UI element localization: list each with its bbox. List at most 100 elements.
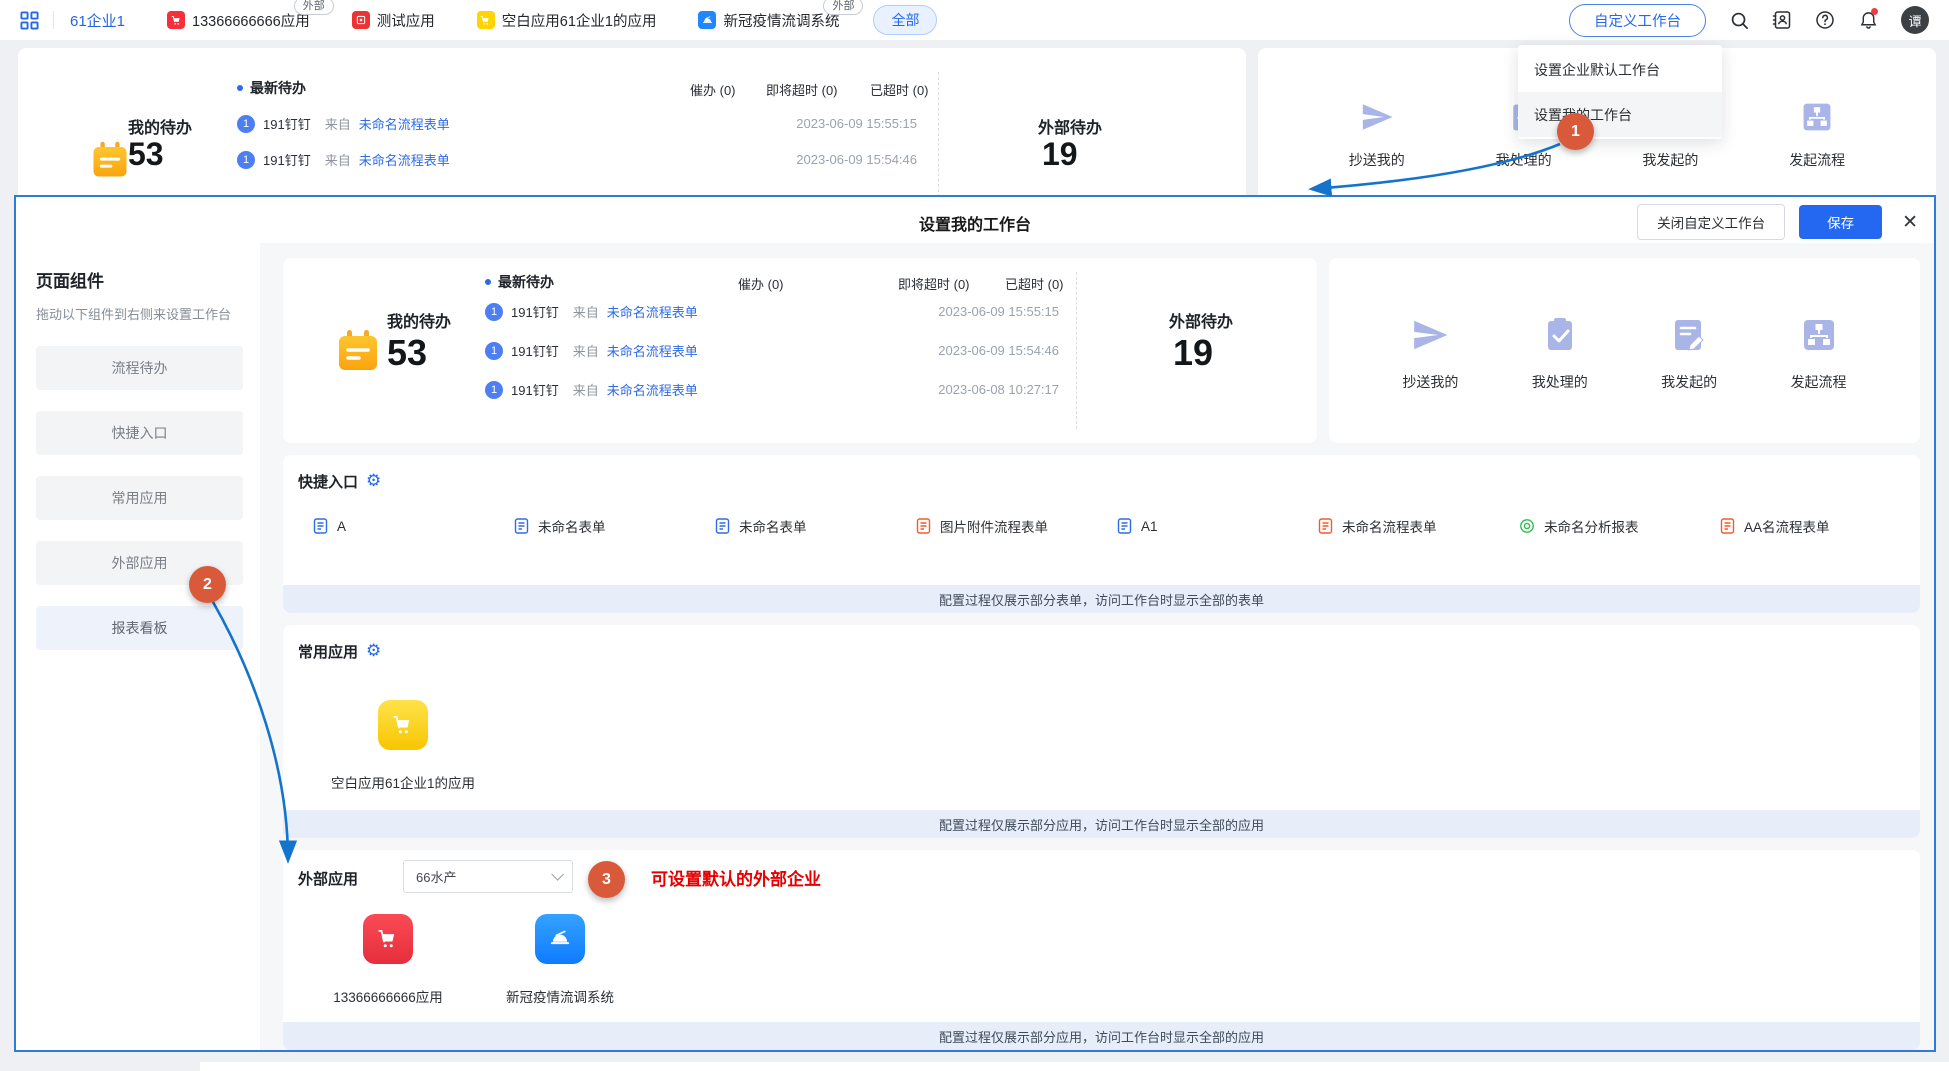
app-tile[interactable]: 13366666666应用 xyxy=(323,914,453,1006)
common-apps-list: 空白应用61企业1的应用 xyxy=(283,700,1920,792)
save-button[interactable]: 保存 xyxy=(1799,205,1882,239)
item-name: 191钉钉 xyxy=(263,114,311,133)
latest-todo-header: 最新待办 xyxy=(485,272,554,292)
todo-list-item[interactable]: 1 191钉钉 来自未命名流程表单 xyxy=(237,150,450,169)
urge-counter[interactable]: 催办 (0) xyxy=(690,80,736,99)
close-icon[interactable]: ✕ xyxy=(1902,213,1918,232)
quick-entry-item[interactable]: A1 xyxy=(1117,516,1318,536)
form-icon xyxy=(1117,518,1132,534)
item-name: 191钉钉 xyxy=(511,380,559,399)
start-process-shortcut[interactable]: 发起流程 xyxy=(1791,316,1847,392)
item-name: 191钉钉 xyxy=(511,302,559,321)
timed-out-counter[interactable]: 已超时 (0) xyxy=(870,80,929,99)
shortcut-label: 抄送我的 xyxy=(1349,150,1405,170)
quick-entry-item[interactable]: A xyxy=(313,516,514,536)
start-process-shortcut[interactable]: 发起流程 xyxy=(1789,100,1845,208)
quick-entry-item[interactable]: 未命名表单 xyxy=(715,516,916,536)
item-timestamp: 2023-06-09 15:54:46 xyxy=(767,152,917,167)
shortcut-label: 我处理的 xyxy=(1496,150,1552,170)
external-org-select[interactable]: 66水产 xyxy=(403,860,573,893)
quick-entry-item[interactable]: 未命名表单 xyxy=(514,516,715,536)
external-badge: 外部 xyxy=(823,0,863,15)
todo-calendar-icon xyxy=(335,328,381,379)
background-todo-card: 我的待办 53 最新待办 催办 (0) 即将超时 (0) 已超时 (0) 1 1… xyxy=(18,48,1246,208)
tab-app-covid[interactable]: 新冠疫情流调系统 外部 xyxy=(698,10,839,31)
todo-list-item[interactable]: 1 191钉钉 来自未命名流程表单 xyxy=(485,302,698,321)
section-title: 外部应用 xyxy=(298,868,358,889)
item-form-link[interactable]: 未命名流程表单 xyxy=(607,380,698,399)
common-apps-notice: 配置过程仅展示部分应用，访问工作台时显示全部的应用 xyxy=(283,810,1920,838)
todo-list-item[interactable]: 1 191钉钉 来自未命名流程表单 xyxy=(485,380,698,399)
handled-by-me-shortcut[interactable]: 我处理的 xyxy=(1532,316,1588,392)
app-tile[interactable]: 新冠疫情流调系统 xyxy=(495,914,625,1006)
tab-company[interactable]: 61企业1 xyxy=(70,10,125,31)
dashed-divider xyxy=(1076,272,1077,429)
preview-todo-card: 我的待办 53 最新待办 催办 (0) 即将超时 (0) 已超时 (0) 1 1… xyxy=(283,258,1317,443)
item-form-link[interactable]: 未命名流程表单 xyxy=(607,341,698,360)
notification-dot xyxy=(1871,8,1878,15)
my-todo-count: 53 xyxy=(387,332,427,374)
gear-icon[interactable]: ⚙ xyxy=(366,643,381,660)
dish-app-icon xyxy=(535,914,585,964)
item-form-link[interactable]: 未命名流程表单 xyxy=(607,302,698,321)
bullet-dot xyxy=(237,85,243,91)
close-custom-workbench-button[interactable]: 关闭自定义工作台 xyxy=(1637,204,1785,240)
customize-workbench-button[interactable]: 自定义工作台 xyxy=(1569,4,1706,37)
step-badge-3: 3 xyxy=(588,861,625,898)
quick-entry-item[interactable]: 未命名流程表单 xyxy=(1318,516,1519,536)
quick-entry-label: 未命名表单 xyxy=(739,516,807,536)
quick-entry-label: A xyxy=(337,519,346,534)
step-badge-2: 2 xyxy=(189,566,226,603)
contacts-icon[interactable] xyxy=(1772,10,1792,30)
my-todo-count: 53 xyxy=(128,136,164,173)
todo-list-item[interactable]: 1 191钉钉 来自未命名流程表单 xyxy=(485,341,698,360)
sidebar-title: 页面组件 xyxy=(36,267,243,292)
item-form-link[interactable]: 未命名流程表单 xyxy=(359,114,450,133)
tab-app-test[interactable]: 测试应用 xyxy=(352,10,435,31)
shortcut-label: 发起流程 xyxy=(1791,372,1847,392)
workbench-grid-icon[interactable] xyxy=(20,11,39,30)
search-icon[interactable] xyxy=(1729,10,1749,30)
quick-entry-label: AA名流程表单 xyxy=(1744,516,1830,536)
topbar: 61企业1 13366666666应用 外部 测试应用 空白应用61企业1的应 xyxy=(0,0,1949,40)
menu-item-set-enterprise-default[interactable]: 设置企业默认工作台 xyxy=(1518,47,1722,92)
gear-icon[interactable]: ⚙ xyxy=(366,473,381,490)
menu-item-set-my-workbench[interactable]: 设置我的工作台 xyxy=(1518,92,1722,137)
notification-bell-icon[interactable] xyxy=(1858,10,1878,30)
timed-out-counter[interactable]: 已超时 (0) xyxy=(1005,274,1064,293)
workbench-dropdown-menu: 设置企业默认工作台 设置我的工作台 xyxy=(1518,45,1722,139)
quick-entry-label: 未命名流程表单 xyxy=(1342,516,1437,536)
cc-to-me-shortcut[interactable]: 抄送我的 xyxy=(1349,100,1405,208)
shortcut-label: 我发起的 xyxy=(1642,150,1698,170)
quick-entry-item[interactable]: AA名流程表单 xyxy=(1720,516,1921,536)
quick-entry-item[interactable]: 未命名分析报表 xyxy=(1519,516,1720,536)
urge-counter[interactable]: 催办 (0) xyxy=(738,274,784,293)
component-report-board[interactable]: 报表看板 xyxy=(36,606,243,650)
todo-calendar-icon xyxy=(90,140,130,185)
app-tile[interactable]: 空白应用61企业1的应用 xyxy=(323,700,483,792)
todo-list-item[interactable]: 1 191钉钉 来自未命名流程表单 xyxy=(237,114,450,133)
all-apps-button[interactable]: 全部 xyxy=(873,5,937,35)
item-form-link[interactable]: 未命名流程表单 xyxy=(359,150,450,169)
app-label: 空白应用61企业1的应用 xyxy=(331,772,475,792)
component-process-todo[interactable]: 流程待办 xyxy=(36,346,243,390)
tab-app-blank[interactable]: 空白应用61企业1的应用 xyxy=(477,10,657,31)
analysis-report-icon xyxy=(1519,518,1535,534)
about-to-timeout-counter[interactable]: 即将超时 (0) xyxy=(898,274,970,293)
about-to-timeout-counter[interactable]: 即将超时 (0) xyxy=(766,80,838,99)
item-count-badge: 1 xyxy=(237,115,255,133)
help-icon[interactable] xyxy=(1815,10,1835,30)
initiated-by-me-shortcut[interactable]: 我发起的 xyxy=(1661,316,1717,392)
cc-to-me-shortcut[interactable]: 抄送我的 xyxy=(1402,316,1458,392)
quick-entry-item[interactable]: 图片附件流程表单 xyxy=(916,516,1117,536)
user-avatar[interactable]: 谭 xyxy=(1901,6,1929,34)
topbar-divider xyxy=(53,11,54,29)
process-form-icon xyxy=(1318,518,1333,534)
item-from: 来自 xyxy=(573,380,599,399)
quick-entry-notice: 配置过程仅展示部分表单，访问工作台时显示全部的表单 xyxy=(283,585,1920,613)
component-common-apps[interactable]: 常用应用 xyxy=(36,476,243,520)
tab-app-13366666666[interactable]: 13366666666应用 外部 xyxy=(167,10,310,31)
component-quick-entry[interactable]: 快捷入口 xyxy=(36,411,243,455)
item-count-badge: 1 xyxy=(485,303,503,321)
my-todo-title: 我的待办 xyxy=(128,114,192,138)
